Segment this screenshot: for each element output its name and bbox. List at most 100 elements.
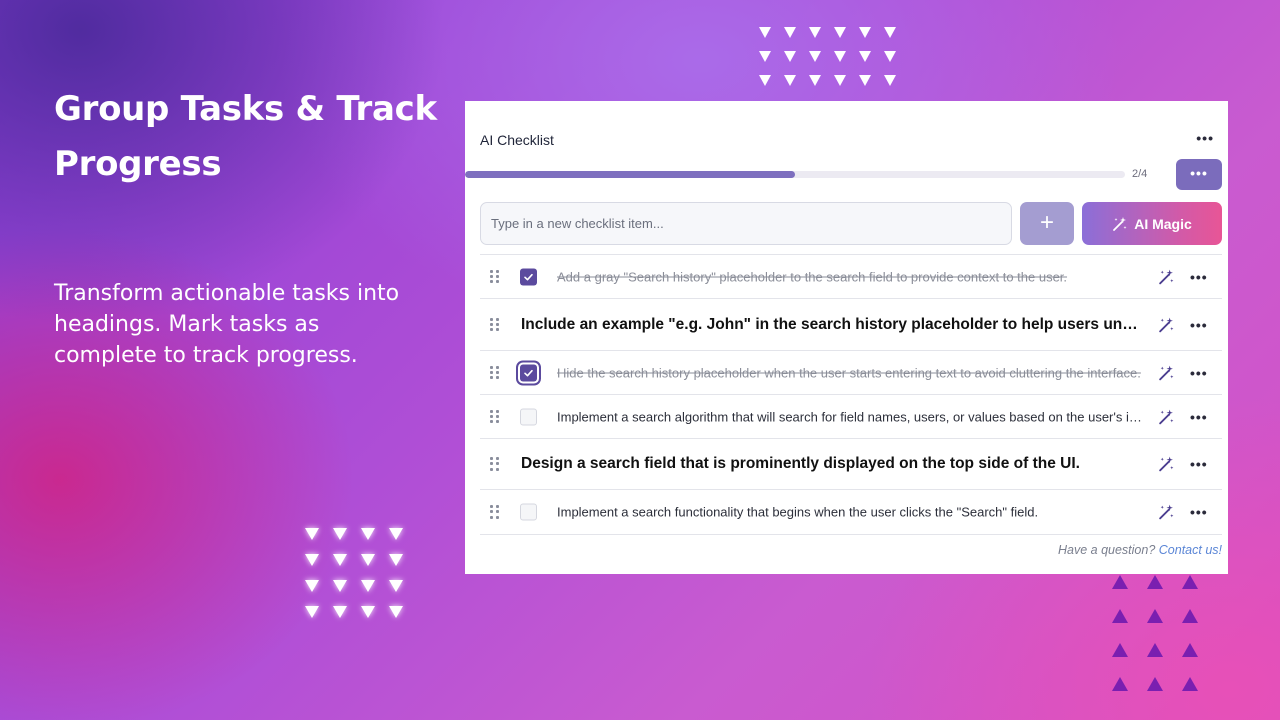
drag-handle-icon[interactable] (490, 409, 500, 424)
triangle-decor (1182, 575, 1198, 589)
triangle-decor (389, 528, 403, 540)
triangle-decor (759, 51, 771, 62)
magic-wand-icon[interactable] (1158, 364, 1175, 381)
triangle-decor (834, 75, 846, 86)
item-checkbox[interactable] (520, 268, 537, 285)
triangle-decor (1147, 677, 1163, 691)
item-text: Implement a search algorithm that will s… (557, 409, 1142, 424)
triangle-decor (859, 51, 871, 62)
triangle-decor (809, 75, 821, 86)
triangle-decor (333, 554, 347, 566)
triangle-decor (333, 580, 347, 592)
triangle-decor (1112, 575, 1128, 589)
triangle-decor (361, 528, 375, 540)
drag-handle-icon[interactable] (490, 365, 500, 380)
item-checkbox[interactable] (520, 408, 537, 425)
drag-handle-icon[interactable] (490, 317, 500, 332)
triangle-decor (1147, 643, 1163, 657)
checklist-item-row: Implement a search algorithm that will s… (480, 394, 1222, 438)
magic-wand-icon[interactable] (1158, 268, 1175, 285)
ai-checklist-panel: AI Checklist ••• 2/4 ••• + AI Magic Add … (465, 101, 1228, 574)
contact-us-link[interactable]: Contact us! (1159, 543, 1222, 557)
triangle-decor (784, 27, 796, 38)
checklist-item-row: Add a gray "Search history" placeholder … (480, 254, 1222, 298)
triangle-decor (1147, 575, 1163, 589)
triangle-decor (1112, 609, 1128, 623)
triangle-decor (859, 27, 871, 38)
triangle-decor (305, 606, 319, 618)
footer-question: Have a question? (1057, 543, 1156, 557)
item-text: Implement a search functionality that be… (557, 504, 1039, 520)
triangle-decor (809, 51, 821, 62)
triangle-decor (784, 75, 796, 86)
triangle-decor (305, 580, 319, 592)
triangle-decor (333, 528, 347, 540)
decor-triangles-top (759, 27, 896, 86)
more-horizontal-icon[interactable]: ••• (1190, 409, 1208, 425)
triangle-decor (1182, 677, 1198, 691)
magic-wand-icon[interactable] (1158, 456, 1175, 473)
hero-subtitle: Transform actionable tasks into headings… (54, 281, 400, 368)
magic-wand-icon[interactable] (1158, 316, 1175, 333)
new-checklist-item-input[interactable] (480, 202, 1012, 245)
more-horizontal-icon[interactable]: ••• (1190, 456, 1208, 472)
checklist-heading-row: Design a search field that is prominentl… (480, 438, 1222, 489)
heading-text: Design a search field that is prominentl… (521, 455, 1080, 472)
triangle-decor (1182, 609, 1198, 623)
triangle-decor (1112, 643, 1128, 657)
triangle-decor (333, 606, 347, 618)
ai-magic-button[interactable]: AI Magic (1082, 202, 1222, 245)
new-item-row: + AI Magic (480, 202, 1222, 246)
drag-handle-icon[interactable] (490, 457, 500, 471)
triangle-decor (884, 75, 896, 86)
triangle-decor (834, 27, 846, 38)
item-checkbox[interactable] (520, 364, 537, 381)
more-horizontal-icon[interactable]: ••• (1190, 317, 1208, 333)
footer-help: Have a question? Contact us! (1058, 543, 1222, 557)
heading-text: Include an example "e.g. John" in the se… (521, 315, 1142, 333)
triangle-decor (1147, 609, 1163, 623)
ai-magic-label: AI Magic (1134, 215, 1192, 232)
triangle-decor (361, 554, 375, 566)
triangle-decor (1112, 677, 1128, 691)
item-text: Hide the search history placeholder when… (557, 365, 1141, 380)
triangle-decor (389, 606, 403, 618)
magic-wand-icon (1113, 216, 1127, 231)
checklist-heading-row: Include an example "e.g. John" in the se… (480, 298, 1222, 350)
triangle-decor (884, 51, 896, 62)
add-item-button[interactable]: + (1020, 202, 1074, 245)
drag-handle-icon[interactable] (490, 505, 500, 519)
triangle-decor (759, 75, 771, 86)
triangle-decor (834, 51, 846, 62)
triangle-decor (759, 27, 771, 38)
triangle-decor (1182, 643, 1198, 657)
triangle-decor (389, 580, 403, 592)
triangle-decor (361, 580, 375, 592)
drag-handle-icon[interactable] (490, 269, 500, 284)
checklist-item-row: Implement a search functionality that be… (480, 489, 1222, 535)
magic-wand-icon[interactable] (1158, 504, 1175, 521)
item-checkbox[interactable] (520, 503, 537, 521)
progress-options-button[interactable]: ••• (1176, 159, 1222, 190)
triangle-decor (305, 554, 319, 566)
more-horizontal-icon[interactable]: ••• (1190, 504, 1208, 520)
triangle-decor (361, 606, 375, 618)
progress-bar (465, 171, 1125, 178)
triangle-decor (809, 27, 821, 38)
hero-title: Group Tasks & Track Progress (54, 89, 437, 184)
checklist-item-row: Hide the search history placeholder when… (480, 350, 1222, 394)
more-horizontal-icon[interactable]: ••• (1190, 365, 1208, 381)
more-horizontal-icon[interactable]: ••• (1190, 269, 1208, 285)
triangle-decor (859, 75, 871, 86)
decor-triangles-right (1112, 575, 1198, 691)
decor-triangles-left (305, 528, 403, 618)
more-horizontal-icon[interactable]: ••• (1196, 130, 1214, 146)
triangle-decor (884, 27, 896, 38)
progress-count: 2/4 (1132, 168, 1148, 180)
magic-wand-icon[interactable] (1158, 408, 1175, 425)
item-text: Add a gray "Search history" placeholder … (557, 269, 1068, 284)
progress-fill (465, 171, 795, 178)
checklist: Add a gray "Search history" placeholder … (480, 254, 1222, 535)
triangle-decor (305, 528, 319, 540)
panel-header: AI Checklist ••• (480, 101, 1222, 176)
